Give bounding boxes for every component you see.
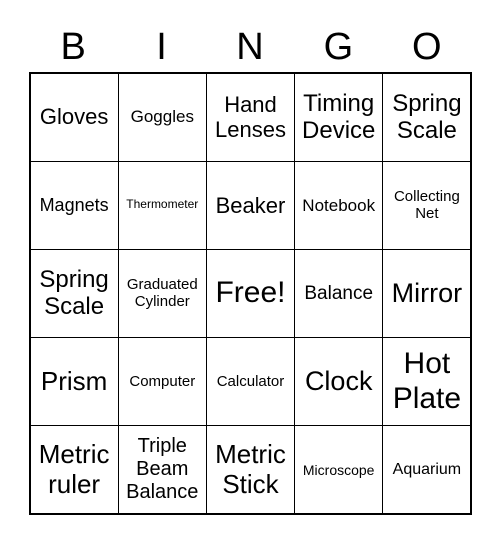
bingo-cell[interactable]: Mirror — [382, 248, 472, 339]
bingo-cell[interactable]: Hand Lenses — [205, 72, 296, 162]
bingo-cell[interactable]: Goggles — [117, 72, 207, 162]
bingo-cell[interactable]: Graduated Cylinder — [117, 248, 207, 339]
bingo-cell[interactable]: Thermometer — [117, 160, 207, 250]
header-letter-g: G — [323, 26, 354, 68]
bingo-cell[interactable]: Computer — [117, 337, 207, 427]
header-letter-o: O — [411, 26, 442, 68]
bingo-cell[interactable]: Collecting Net — [382, 160, 472, 250]
bingo-header: B I N G O — [29, 26, 471, 69]
free-cell[interactable]: Free! — [205, 248, 296, 339]
header-letter-n: N — [236, 26, 264, 68]
bingo-cell[interactable]: Hot Plate — [382, 337, 472, 427]
bingo-cell[interactable]: Timing Device — [294, 72, 384, 162]
bingo-cell[interactable]: Prism — [29, 337, 119, 427]
bingo-cell[interactable]: Gloves — [29, 72, 119, 162]
bingo-cell[interactable]: Metric ruler — [29, 425, 119, 515]
bingo-cell[interactable]: Aquarium — [382, 425, 472, 515]
bingo-cell[interactable]: Spring Scale — [382, 72, 472, 162]
bingo-cell[interactable]: Metric Stick — [205, 425, 296, 515]
bingo-cell[interactable]: Spring Scale — [29, 248, 119, 339]
header-letter-i: I — [156, 26, 167, 68]
bingo-cell[interactable]: Balance — [294, 248, 384, 339]
bingo-cell[interactable]: Magnets — [29, 160, 119, 250]
bingo-cell[interactable]: Microscope — [294, 425, 384, 515]
bingo-cell[interactable]: Clock — [294, 337, 384, 427]
bingo-cell[interactable]: Beaker — [205, 160, 296, 250]
header-letter-b: B — [60, 26, 86, 68]
bingo-cell[interactable]: Triple Beam Balance — [117, 425, 207, 515]
bingo-cell[interactable]: Calculator — [205, 337, 296, 427]
bingo-cell[interactable]: Notebook — [294, 160, 384, 250]
bingo-grid: Gloves Goggles Hand Lenses Timing Device… — [29, 72, 472, 515]
